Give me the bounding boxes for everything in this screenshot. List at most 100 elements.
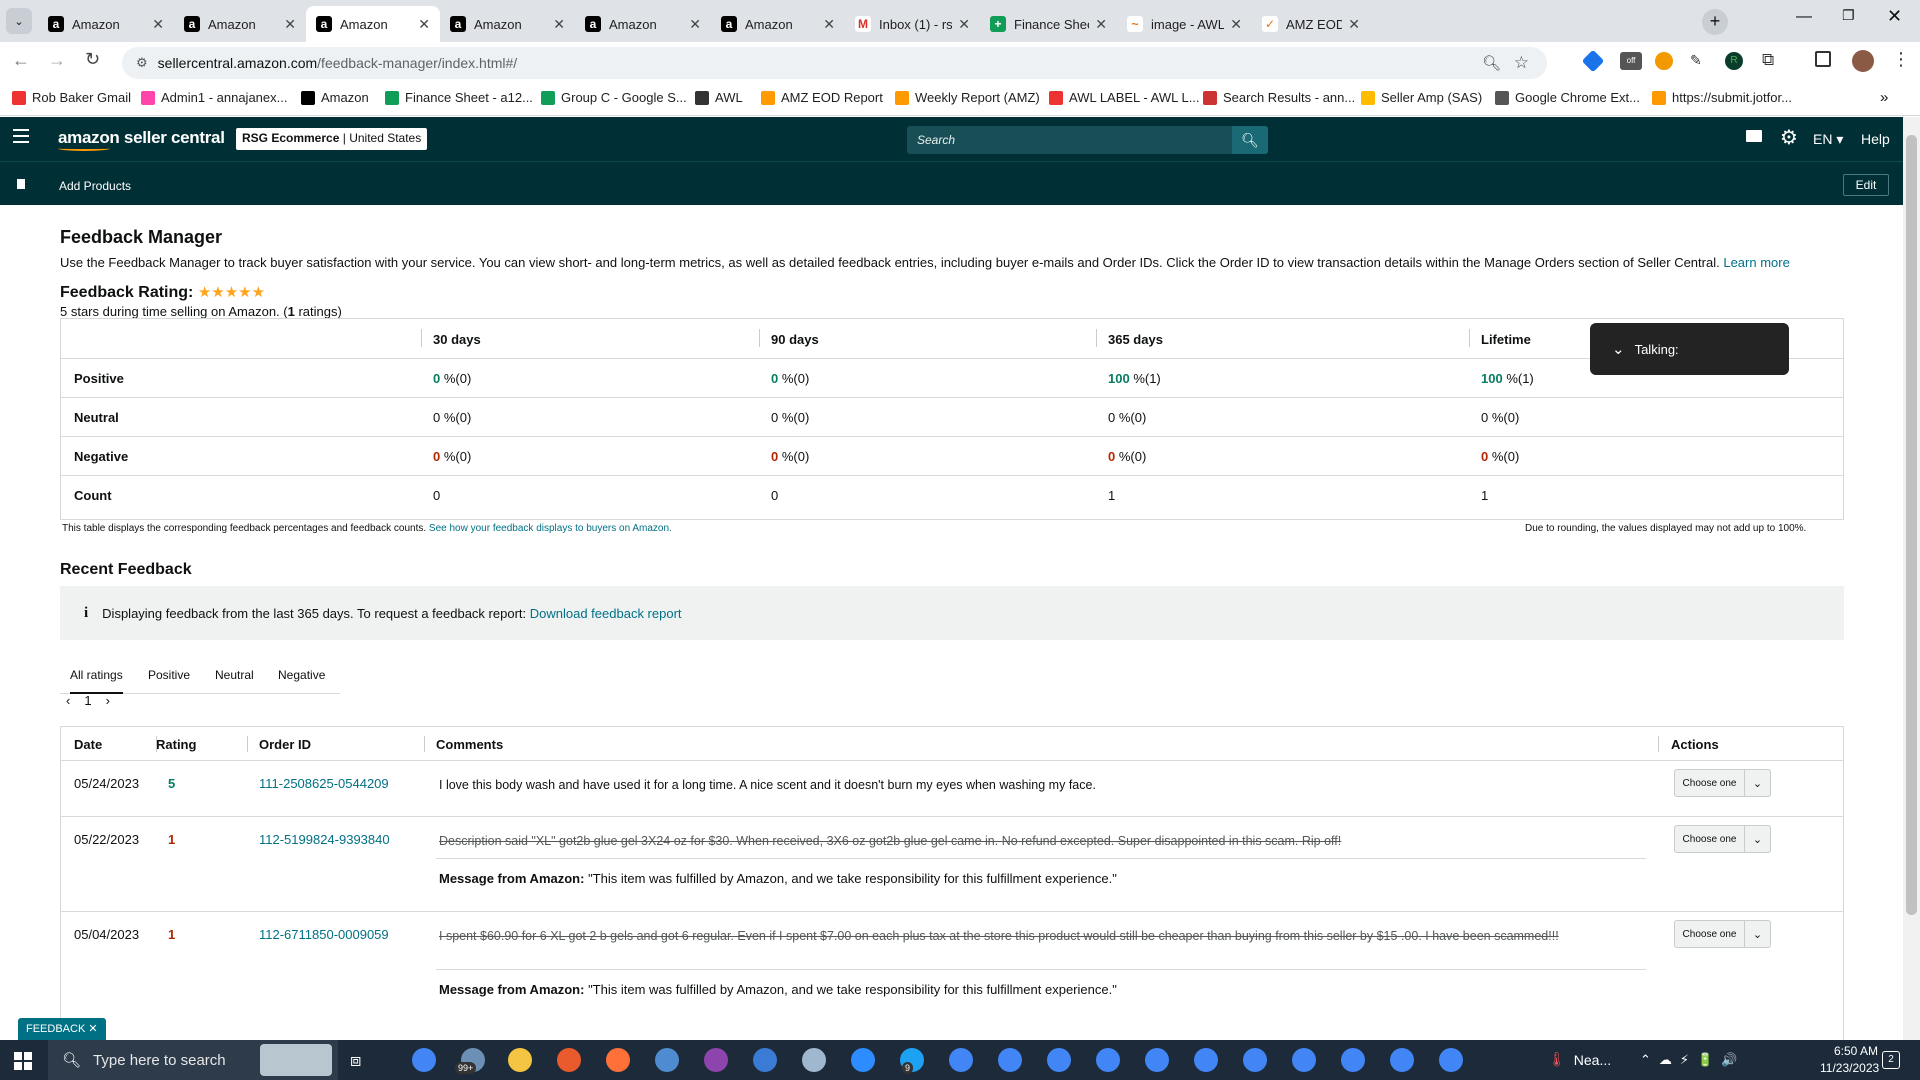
tab-close-icon[interactable]: ✕ — [823, 16, 835, 33]
restore-button[interactable]: ❐ — [1842, 7, 1855, 24]
bookmark-item[interactable]: Seller Amp (SAS) — [1361, 90, 1482, 105]
bookmark-item[interactable]: Weekly Report (AMZ) — [895, 90, 1040, 105]
bookmark-item[interactable]: AWL — [695, 90, 743, 105]
taskbar-app-icon[interactable] — [508, 1048, 532, 1072]
search-button[interactable]: 🔍︎ — [1232, 126, 1268, 154]
order-id-link[interactable]: 112-6711850-0009059 — [259, 927, 389, 942]
actions-dropdown[interactable]: Choose one ⌄ — [1674, 920, 1771, 948]
browser-menu-icon[interactable]: ⋮ — [1892, 49, 1910, 70]
taskbar-app-icon[interactable] — [851, 1048, 875, 1072]
actions-dropdown[interactable]: Choose one ⌄ — [1674, 825, 1771, 853]
taskbar-app-icon[interactable] — [1390, 1048, 1414, 1072]
address-bar[interactable]: ⚙ sellercentral.amazon.com/feedback-mana… — [122, 47, 1547, 79]
mail-icon[interactable] — [1746, 130, 1762, 142]
taskbar-app-icon[interactable] — [1292, 1048, 1316, 1072]
taskbar-app-icon[interactable] — [998, 1048, 1022, 1072]
browser-tab[interactable]: a Amazon ✕ — [306, 6, 440, 42]
browser-tab[interactable]: a Amazon ✕ — [38, 6, 174, 42]
tab-close-icon[interactable]: ✕ — [553, 16, 565, 33]
taskbar-app-icon[interactable] — [1047, 1048, 1071, 1072]
next-page-icon[interactable]: › — [106, 693, 110, 708]
windows-start-icon[interactable] — [14, 1052, 32, 1070]
filter-tab[interactable]: Negative — [278, 668, 325, 682]
help-link[interactable]: Help — [1861, 131, 1890, 147]
taskbar-app-icon[interactable] — [655, 1048, 679, 1072]
taskbar-app-icon[interactable] — [412, 1048, 436, 1072]
feedback-tab[interactable]: FEEDBACK ✕ — [18, 1018, 106, 1040]
store-selector[interactable]: RSG Ecommerce | United States — [236, 128, 428, 150]
settings-gear-icon[interactable]: ⚙ — [1780, 125, 1798, 150]
bookmark-item[interactable]: https://submit.jotfor... — [1652, 90, 1792, 105]
bookmarks-overflow-icon[interactable]: » — [1880, 89, 1888, 106]
weather-widget[interactable]: 🌡︎ Nea... — [1548, 1051, 1611, 1068]
extension-icon-2[interactable]: off — [1620, 52, 1642, 70]
browser-tab[interactable]: + Finance Sheet - a ✕ — [980, 6, 1117, 42]
extension-icon-3[interactable] — [1655, 52, 1673, 70]
add-products-link[interactable]: Add Products — [59, 179, 131, 193]
tab-search-button[interactable]: ⌄ — [6, 8, 32, 34]
taskbar-app-icon[interactable] — [1243, 1048, 1267, 1072]
notifications-icon[interactable]: 2 — [1882, 1051, 1900, 1069]
bookmark-icon[interactable] — [17, 179, 25, 189]
taskbar-app-icon[interactable] — [606, 1048, 630, 1072]
browser-tab[interactable]: M Inbox (1) - rsgeco ✕ — [845, 6, 980, 42]
tab-close-icon[interactable]: ✕ — [1348, 16, 1360, 33]
browser-tab[interactable]: a Amazon ✕ — [711, 6, 845, 42]
task-view-icon[interactable]: ⧈ — [350, 1050, 361, 1071]
forward-icon[interactable]: → — [48, 50, 66, 71]
tab-close-icon[interactable]: ✕ — [418, 16, 430, 33]
browser-tab[interactable]: a Amazon ✕ — [575, 6, 711, 42]
new-tab-button[interactable]: + — [1702, 9, 1728, 35]
system-tray[interactable]: ⌃☁⚡🔋🔊 — [1640, 1052, 1745, 1068]
taskbar-app-icon[interactable] — [802, 1048, 826, 1072]
tab-close-icon[interactable]: ✕ — [1095, 16, 1107, 33]
bookmark-item[interactable]: Group C - Google S... — [541, 90, 687, 105]
filter-tab[interactable]: Neutral — [215, 668, 254, 682]
taskbar-app-icon[interactable] — [704, 1048, 728, 1072]
bookmark-item[interactable]: Finance Sheet - a12... — [385, 90, 533, 105]
close-window-button[interactable]: ✕ — [1887, 6, 1902, 27]
taskbar-app-icon[interactable] — [1145, 1048, 1169, 1072]
extension-icon-1[interactable] — [1581, 49, 1605, 73]
taskbar-app-icon[interactable] — [753, 1048, 777, 1072]
tab-close-icon[interactable]: ✕ — [689, 16, 701, 33]
site-info-icon[interactable]: ⚙ — [136, 55, 148, 71]
browser-tab[interactable]: ~ image - AWL LAB ✕ — [1117, 6, 1252, 42]
profile-avatar[interactable] — [1852, 50, 1874, 72]
taskbar-app-icon[interactable] — [1439, 1048, 1463, 1072]
footnote-link[interactable]: See how your feedback displays to buyers… — [429, 523, 672, 534]
back-icon[interactable]: ← — [12, 50, 30, 71]
bookmark-item[interactable]: Admin1 - annajanex... — [141, 90, 287, 105]
close-icon[interactable]: ✕ — [88, 1023, 97, 1035]
browser-tab[interactable]: ✓ AMZ EOD Report ✕ — [1252, 6, 1370, 42]
bookmark-item[interactable]: AWL LABEL - AWL L... — [1049, 90, 1200, 105]
tab-close-icon[interactable]: ✕ — [958, 16, 970, 33]
tab-close-icon[interactable]: ✕ — [152, 16, 164, 33]
extensions-puzzle-icon[interactable]: ⧉ — [1762, 50, 1774, 70]
taskbar-search-box[interactable]: 🔍︎ Type here to search — [48, 1040, 338, 1080]
extension-icon-4[interactable]: ✎ — [1690, 52, 1702, 69]
bookmark-item[interactable]: AMZ EOD Report — [761, 90, 883, 105]
order-id-link[interactable]: 112-5199824-9393840 — [259, 832, 390, 847]
minimize-button[interactable]: — — [1796, 8, 1812, 26]
side-panel-icon[interactable] — [1815, 51, 1831, 67]
hamburger-menu-icon[interactable] — [13, 129, 29, 143]
prev-page-icon[interactable]: ‹ — [66, 693, 70, 708]
bookmark-item[interactable]: Google Chrome Ext... — [1495, 90, 1640, 105]
filter-tab[interactable]: All ratings — [70, 668, 123, 694]
chevron-down-icon[interactable]: ⌄ — [1612, 340, 1625, 358]
language-selector[interactable]: EN ▾ — [1813, 131, 1843, 148]
actions-dropdown[interactable]: Choose one ⌄ — [1674, 769, 1771, 797]
edit-button[interactable]: Edit — [1843, 174, 1889, 196]
scrollbar-thumb[interactable] — [1906, 135, 1917, 915]
seller-central-logo[interactable]: amazon seller central — [58, 128, 225, 148]
extension-icon-5[interactable]: R — [1725, 52, 1743, 70]
tab-close-icon[interactable]: ✕ — [284, 16, 296, 33]
taskbar-app-icon[interactable] — [557, 1048, 581, 1072]
tab-close-icon[interactable]: ✕ — [1230, 16, 1242, 33]
taskbar-app-icon[interactable] — [1096, 1048, 1120, 1072]
taskbar-app-icon[interactable] — [1341, 1048, 1365, 1072]
reload-icon[interactable]: ↻ — [85, 49, 100, 70]
current-page[interactable]: 1 — [84, 693, 91, 708]
bookmark-item[interactable]: Rob Baker Gmail — [12, 90, 131, 105]
